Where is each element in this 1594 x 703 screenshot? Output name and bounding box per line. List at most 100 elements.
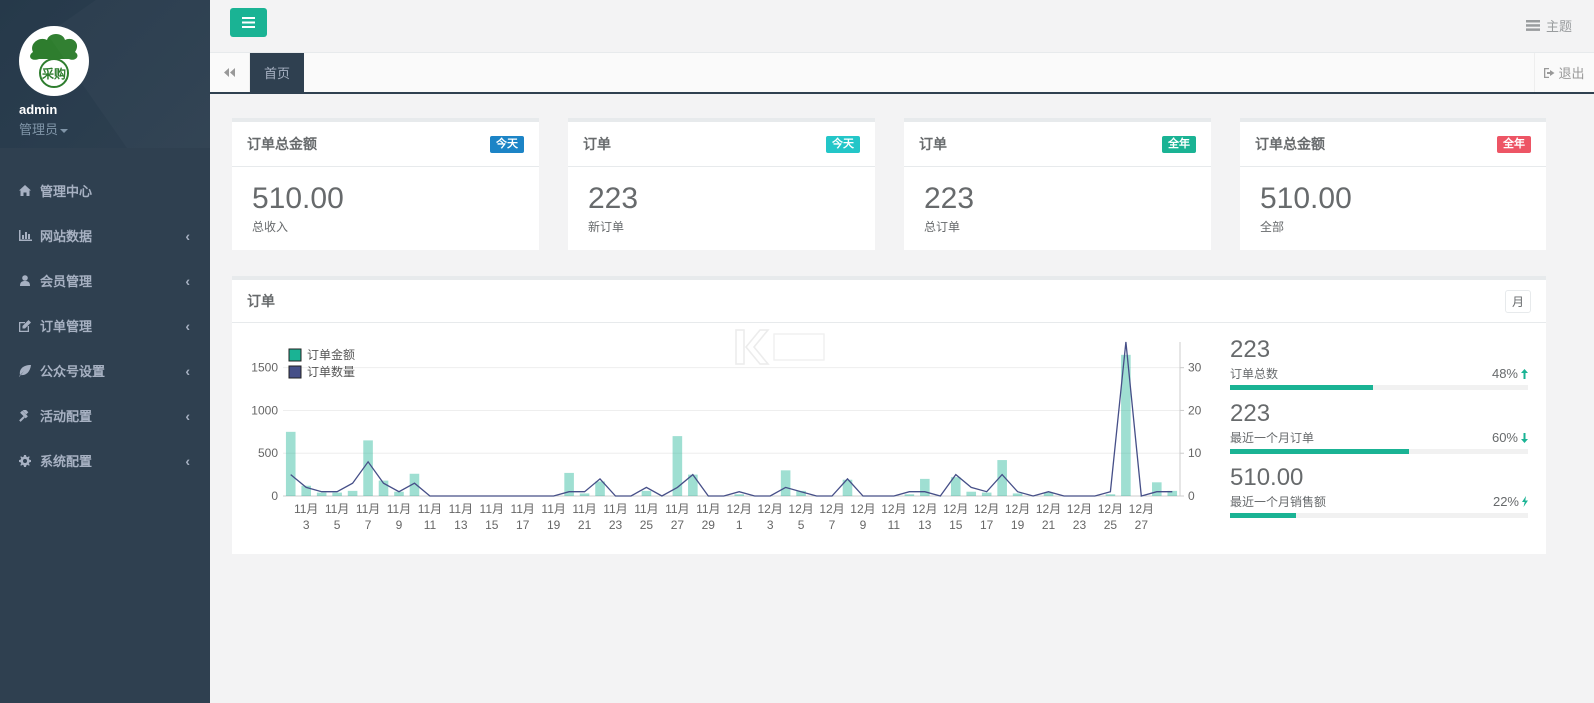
x-tick-label: 5 [798, 518, 805, 532]
x-tick-label: 12月 [1036, 502, 1061, 516]
chart-bar [1012, 493, 1023, 496]
chevron-left-icon: ‹ [185, 452, 190, 469]
x-tick-label: 11月 [510, 502, 534, 516]
tab-home[interactable]: 首页 [250, 53, 305, 92]
chart-series-line [290, 341, 1173, 497]
chart-bar [347, 490, 358, 496]
y-right-tick-label: 10 [1188, 446, 1202, 460]
chart-bars [285, 354, 1178, 496]
x-tick-label: 12月 [819, 502, 844, 516]
orders-chart: 050010001500010203011月311月511月711月911月11… [251, 341, 1202, 532]
sidebar-item-orders[interactable]: 订单管理 ‹ [0, 303, 210, 348]
menu-toggle-button[interactable] [230, 8, 267, 37]
bolt-icon [1522, 496, 1528, 507]
x-tick-label: 13 [918, 518, 932, 532]
x-tick-label: 11月 [541, 502, 565, 516]
x-tick-label: 23 [1073, 518, 1087, 532]
y-left-tick-label: 0 [271, 489, 278, 503]
chart-bar [1152, 482, 1162, 496]
x-tick-label: 15 [949, 518, 963, 532]
sidebar-item-site-data[interactable]: 网站数据 ‹ [0, 213, 210, 258]
x-tick-label: 21 [1042, 518, 1056, 532]
x-tick-label: 11月 [325, 502, 349, 516]
sidebar-item-label: 系统配置 [40, 454, 93, 469]
tab-bar: 首页 退出 [210, 53, 1594, 94]
x-tick-label: 3 [767, 518, 774, 532]
sidebar: 采购 admin 管理员 管理中心 网站数据 ‹ 会员管理 ‹ 订单管理 ‹ 公… [0, 0, 210, 703]
profile-role-dropdown[interactable]: 管理员 [19, 119, 210, 138]
sidebar-item-wechat[interactable]: 公众号设置 ‹ [0, 348, 210, 393]
x-tick-label: 7 [365, 518, 372, 532]
x-tick-label: 9 [860, 518, 867, 532]
sidebar-item-label: 管理中心 [40, 184, 93, 199]
sidebar-item-label: 活动配置 [40, 409, 93, 424]
x-tick-label: 11月 [665, 502, 689, 516]
x-tick-label: 25 [640, 518, 654, 532]
theme-button[interactable]: 主题 [1525, 16, 1572, 35]
level-up-icon [1521, 368, 1528, 379]
avatar[interactable]: 采购 [19, 26, 89, 96]
x-tick-label: 15 [485, 518, 499, 532]
chart-line [290, 341, 1173, 497]
sidebar-item-activity[interactable]: 活动配置 ‹ [0, 393, 210, 438]
sidebar-nav: 管理中心 网站数据 ‹ 会员管理 ‹ 订单管理 ‹ 公众号设置 ‹ 活动配置 ‹ [0, 168, 210, 483]
sidebar-item-members[interactable]: 会员管理 ‹ [0, 258, 210, 303]
status-badge: 今天 [490, 135, 524, 153]
card-title: 订单总金额 [1255, 136, 1325, 152]
x-tick-label: 21 [578, 518, 592, 532]
x-tick-label: 12月 [974, 502, 999, 516]
x-tick-label: 12月 [1098, 502, 1123, 516]
svg-text:采购: 采购 [41, 66, 66, 81]
sidebar-item-label: 公众号设置 [40, 364, 106, 379]
status-badge: 全年 [1162, 135, 1196, 153]
x-tick-label: 11月 [387, 502, 411, 516]
x-tick-label: 12月 [788, 502, 813, 516]
stat-value: 223 [588, 182, 639, 215]
sidebar-item-system[interactable]: 系统配置 ‹ [0, 438, 210, 483]
sidebar-item-dashboard[interactable]: 管理中心 [0, 168, 210, 213]
x-tick-label: 27 [1135, 518, 1149, 532]
chart-bar [1105, 494, 1116, 496]
progress-value: 510.00 [1230, 464, 1304, 491]
caret-down-icon [60, 128, 69, 133]
progress-value: 223 [1230, 400, 1271, 427]
x-tick-label: 17 [980, 518, 994, 532]
progress-value: 223 [1230, 336, 1271, 363]
y-right-tick-label: 30 [1188, 361, 1202, 375]
x-tick-label: 5 [334, 518, 341, 532]
sign-out-icon [1544, 67, 1555, 78]
tasks-icon [1525, 20, 1540, 31]
progress-percent: 48% [1491, 366, 1518, 381]
stat-value: 223 [924, 182, 975, 215]
x-tick-label: 3 [303, 518, 310, 532]
watermark-logo [735, 329, 825, 365]
period-month-button[interactable]: 月 [1504, 289, 1531, 313]
chevron-left-icon: ‹ [185, 317, 190, 334]
chevron-left-icon: ‹ [185, 272, 190, 289]
legend-label: 订单数量 [307, 364, 355, 379]
backward-icon [224, 68, 235, 77]
panel-title: 订单 [247, 293, 275, 309]
legend-label: 订单金额 [307, 347, 355, 362]
card-title: 订单总金额 [247, 136, 317, 152]
x-tick-label: 25 [1104, 518, 1118, 532]
stat-caption: 全部 [1260, 220, 1285, 234]
progress-fill [1230, 449, 1409, 454]
gear-icon [18, 454, 32, 467]
x-tick-label: 12月 [757, 502, 782, 516]
stat-card-orders-year: 订单 全年 223 总订单 [904, 118, 1211, 250]
x-tick-label: 11月 [696, 502, 720, 516]
chart-bar [595, 481, 605, 496]
chart-axes: 050010001500010203011月311月511月711月911月11… [251, 342, 1202, 532]
legend-swatch [288, 365, 302, 379]
tab-scroll-left-button[interactable] [210, 53, 250, 92]
x-tick-label: 12月 [912, 502, 937, 516]
x-tick-label: 11月 [449, 502, 473, 516]
x-tick-label: 1 [736, 518, 743, 532]
logout-button[interactable]: 退出 [1534, 53, 1594, 92]
x-tick-label: 11 [424, 518, 437, 532]
status-badge: 全年 [1497, 135, 1531, 153]
leaf-icon [18, 364, 32, 377]
x-tick-label: 11月 [603, 502, 627, 516]
progress-percent: 22% [1492, 494, 1519, 509]
